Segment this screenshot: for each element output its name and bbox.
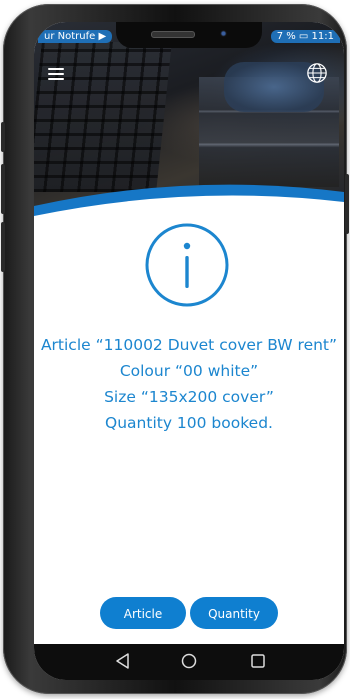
status-bar: ur Notrufe ▶ 7 % ▭ 11:1	[34, 22, 344, 48]
speaker-grille	[151, 31, 195, 38]
status-left-text: ur Notrufe ▶	[38, 30, 113, 43]
message-line-size: Size “135x200 cover”	[104, 388, 274, 406]
message-line-article: Article “110002 Duvet cover BW rent”	[40, 336, 338, 354]
quantity-button[interactable]: Quantity	[190, 597, 278, 629]
message-line-colour: Colour “00 white”	[119, 362, 259, 380]
booking-message: Article “110002 Duvet cover BW rent” Col…	[34, 332, 344, 436]
message-line-quantity: Quantity 100 booked.	[105, 414, 273, 432]
triangle-back-icon[interactable]	[114, 652, 132, 670]
globe-icon[interactable]	[306, 62, 328, 84]
status-right-text: 7 % ▭ 11:1	[270, 30, 340, 43]
square-recent-icon[interactable]	[250, 653, 266, 669]
hamburger-menu-icon[interactable]	[48, 68, 64, 80]
front-camera	[220, 30, 227, 37]
app-screen: ur Notrufe ▶ 7 % ▭ 11:1 Article “110002 …	[34, 22, 344, 680]
article-button[interactable]: Article	[100, 597, 186, 629]
power-button	[345, 174, 349, 234]
circle-home-icon[interactable]	[180, 652, 198, 670]
photo-keyboard	[34, 42, 172, 192]
volume-button	[1, 164, 5, 214]
volume-button	[1, 122, 5, 152]
info-circle-icon	[145, 223, 229, 307]
android-nav-bar	[34, 644, 344, 680]
volume-button	[1, 222, 5, 272]
